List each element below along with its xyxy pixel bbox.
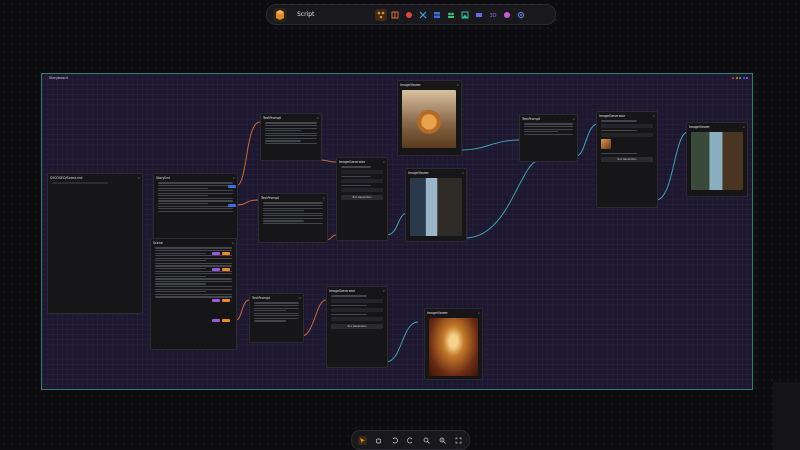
size-select[interactable] <box>331 307 383 312</box>
scene-tag-button[interactable] <box>212 319 220 322</box>
close-icon[interactable]: × <box>316 116 319 120</box>
text-prompt-title: TextPrompt <box>522 116 540 121</box>
close-icon[interactable]: × <box>652 114 655 118</box>
layout-icon[interactable] <box>389 9 401 21</box>
living-room-image[interactable] <box>691 132 743 190</box>
gear-icon[interactable] <box>515 9 527 21</box>
image-generator-node[interactable]: ImageGenerator × Run Generation <box>596 111 658 208</box>
text-prompt-node[interactable]: TextPrompt × <box>519 114 578 162</box>
board-controls[interactable] <box>732 77 748 79</box>
image-viewer-node[interactable]: ImageViewer × <box>686 122 748 197</box>
scene-tag-button[interactable] <box>222 319 230 322</box>
pointer-icon[interactable] <box>358 435 367 445</box>
file-node-title: SVCOSEO/Scene.md <box>50 175 83 180</box>
top-toolbar: Script 3D <box>266 4 556 25</box>
text-prompt-title: TextPrompt <box>261 195 279 200</box>
hand-icon[interactable] <box>374 436 383 445</box>
image-viewer-title: ImageViewer <box>400 82 421 87</box>
scene-tag-button[interactable] <box>222 299 230 302</box>
image-viewer-node[interactable]: ImageViewer × <box>405 168 467 242</box>
zoom-in-icon[interactable] <box>422 436 431 445</box>
image-viewer-title: ImageViewer <box>427 310 448 315</box>
run-generation-button[interactable]: Run Generation <box>601 156 653 162</box>
close-icon[interactable]: × <box>231 241 234 245</box>
corgi-image[interactable] <box>402 90 456 148</box>
zoom-out-icon[interactable] <box>438 436 447 445</box>
palette-icon[interactable] <box>501 9 513 21</box>
storyline-output-button[interactable] <box>228 185 236 188</box>
model-select[interactable] <box>331 298 383 303</box>
scene-node-title: Scene <box>153 240 163 245</box>
users-icon[interactable] <box>445 9 457 21</box>
run-generation-button[interactable]: Run Generation <box>331 323 383 329</box>
close-icon[interactable]: × <box>382 289 385 293</box>
steps-input[interactable] <box>341 187 383 192</box>
image-icon[interactable] <box>459 9 471 21</box>
reference-thumbnail[interactable] <box>601 138 611 149</box>
scene-tag-button[interactable] <box>222 268 230 271</box>
close-icon[interactable]: × <box>742 125 745 129</box>
bottom-toolbar <box>351 430 470 450</box>
grid-icon[interactable] <box>431 9 443 21</box>
text-prompt-title: TextPrompt <box>252 295 270 300</box>
file-node[interactable]: SVCOSEO/Scene.md × <box>47 173 143 314</box>
image-viewer-node[interactable]: ImageViewer × <box>424 308 483 380</box>
record-icon[interactable] <box>403 9 415 21</box>
image-generator-node[interactable]: ImageGenerator × Run Generation <box>326 286 388 368</box>
file-text-line <box>52 182 109 184</box>
doorway-image[interactable] <box>410 178 462 236</box>
close-icon[interactable]: × <box>232 176 235 180</box>
model-select[interactable] <box>601 123 653 128</box>
fullscreen-icon[interactable] <box>454 436 463 445</box>
image-viewer-node[interactable]: ImageViewer × <box>397 80 462 156</box>
logo-icon[interactable] <box>273 7 287 22</box>
image-viewer-title: ImageViewer <box>689 124 710 129</box>
image-viewer-title: ImageViewer <box>408 170 429 175</box>
close-icon[interactable]: × <box>456 83 459 87</box>
text-prompt-node[interactable]: TextPrompt × <box>249 293 304 343</box>
text-prompt-node[interactable]: TextPrompt × <box>258 193 328 243</box>
close-icon[interactable]: × <box>572 117 575 121</box>
text-prompt-node[interactable]: TextPrompt × <box>260 113 322 161</box>
size-select[interactable] <box>341 178 383 183</box>
side-panel-edge <box>773 382 800 450</box>
image-generator-title: ImageGenerator <box>329 288 356 293</box>
storyline-output-button[interactable] <box>228 204 236 207</box>
redo-icon[interactable] <box>406 436 415 445</box>
scene-tag-button[interactable] <box>212 252 220 255</box>
project-title[interactable]: Script <box>297 11 367 18</box>
run-generation-button[interactable]: Run Generation <box>341 194 383 200</box>
undo-icon[interactable] <box>390 436 399 445</box>
video-icon[interactable] <box>473 9 485 21</box>
image-generator-title: ImageGenerator <box>599 113 626 118</box>
corridor-image[interactable] <box>429 318 478 376</box>
image-generator-title: ImageGenerator <box>339 159 366 164</box>
3d-icon[interactable]: 3D <box>487 9 499 21</box>
steps-input[interactable] <box>331 316 383 321</box>
svg-text:3D: 3D <box>490 13 497 19</box>
close-icon[interactable]: × <box>477 311 480 315</box>
scene-tag-button[interactable] <box>212 299 220 302</box>
close-icon[interactable]: × <box>137 176 140 180</box>
scene-tag-button[interactable] <box>222 252 230 255</box>
image-generator-node[interactable]: ImageGenerator × Run Generation <box>336 157 388 241</box>
scene-tag-button[interactable] <box>212 268 220 271</box>
close-icon[interactable]: × <box>382 160 385 164</box>
model-select[interactable] <box>341 169 383 174</box>
close-icon[interactable]: × <box>461 171 464 175</box>
storyline-node-title: Storyline <box>156 175 171 180</box>
close-icon[interactable]: × <box>298 296 301 300</box>
workflow-icon[interactable] <box>375 8 387 21</box>
storyline-node[interactable]: Storyline × <box>153 173 238 239</box>
board-label: Storyboard <box>49 76 68 80</box>
tools-icon[interactable] <box>417 9 429 21</box>
size-select[interactable] <box>601 132 653 137</box>
close-icon[interactable]: × <box>322 196 325 200</box>
text-prompt-title: TextPrompt <box>263 115 281 120</box>
